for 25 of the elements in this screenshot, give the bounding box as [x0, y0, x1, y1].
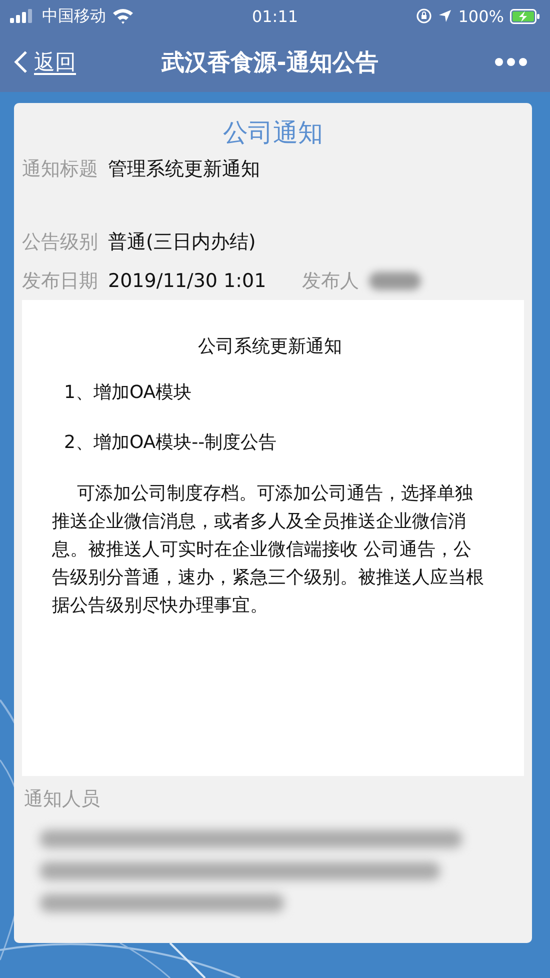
location-arrow-icon [438, 9, 452, 23]
content-paragraph: 可添加公司制度存档。可添加公司通告，选择单独推送企业微信消息，或者多人及全员推送企业微信消息。被推送人可实时在企业微信端接收 公司通告，公告级别分普通，速办，紧急三个级别。被推送人应当根据公告级别尽快办理事宜。 [52, 482, 485, 618]
wifi-icon [112, 8, 134, 24]
more-icon[interactable] [494, 57, 528, 67]
chevron-left-icon[interactable] [14, 50, 28, 74]
field-label: 通知标题 [22, 156, 98, 182]
field-value: 2019/11/30 1:01 [108, 270, 266, 292]
recipients-label: 通知人员 [24, 787, 101, 812]
page-title: 武汉香食源-通知公告 [160, 48, 380, 78]
field-value: 管理系统更新通知 [108, 156, 260, 182]
list-item: 2、增加OA模块--制度公告 [63, 431, 278, 454]
battery-percent: 100% [458, 6, 504, 26]
rotation-lock-icon [416, 8, 432, 24]
field-value: 普通(三日内办结) [108, 230, 256, 254]
field-label: 公告级别 [22, 230, 98, 254]
card-heading: 公司通知 [222, 117, 324, 149]
blurred-name [369, 272, 422, 290]
list-item: 1、增加OA模块 [63, 381, 193, 404]
carrier-name: 中国移动 [42, 6, 106, 26]
field-label: 发布人 [302, 268, 360, 294]
battery-charging-icon [510, 8, 540, 24]
content-title: 公司系统更新通知 [197, 335, 343, 358]
back-link[interactable]: 返回 [14, 48, 76, 76]
field-label: 发布日期 [22, 268, 98, 294]
clock-time: 01:11 [252, 6, 298, 26]
